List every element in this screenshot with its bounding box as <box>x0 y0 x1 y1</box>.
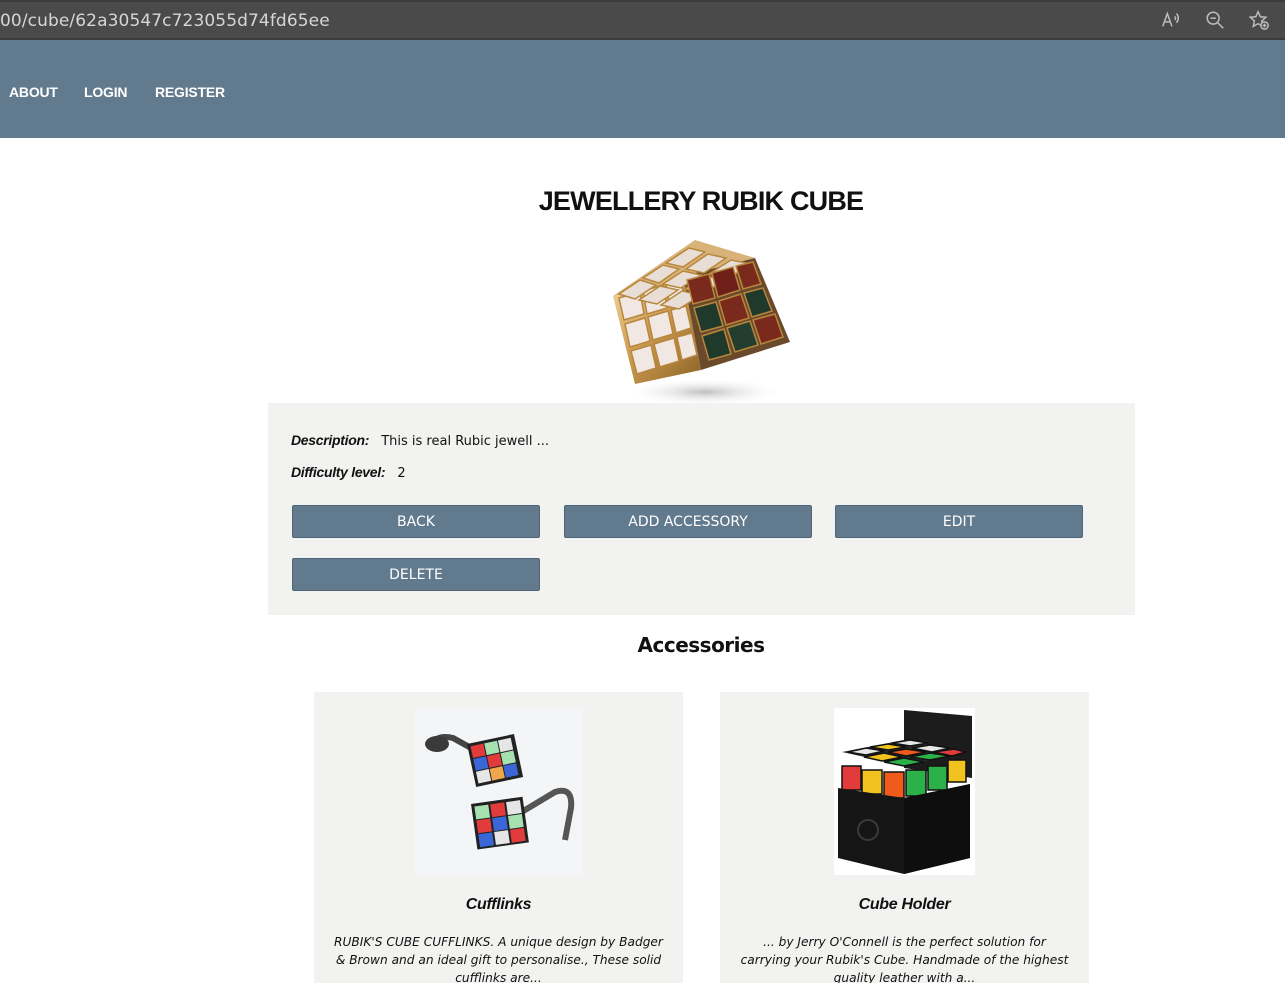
description-row: Description: This is real Rubic jewell .… <box>291 432 549 449</box>
delete-button[interactable]: DELETE <box>292 558 540 591</box>
read-aloud-icon[interactable] <box>1159 8 1183 32</box>
accessories-heading: Accessories <box>637 633 766 657</box>
browser-actions <box>1159 8 1271 32</box>
add-favorite-icon[interactable] <box>1247 8 1271 32</box>
difficulty-row: Difficulty level: 2 <box>291 464 406 481</box>
accessory-name: Cube Holder <box>858 896 951 913</box>
cube-holder-image <box>834 708 975 875</box>
address-url[interactable]: 00/cube/62a30547c723055d74fd65ee <box>0 11 330 31</box>
add-accessory-button[interactable]: ADD ACCESSORY <box>564 505 812 538</box>
cube-image <box>605 232 800 406</box>
difficulty-value: 2 <box>397 466 406 481</box>
address-bar[interactable]: 00/cube/62a30547c723055d74fd65ee <box>0 2 1285 38</box>
nav-login-link[interactable]: LOGIN <box>84 84 128 100</box>
accessory-card[interactable]: Cufflinks RUBIK'S CUBE CUFFLINKS. A uniq… <box>314 692 683 983</box>
edit-button[interactable]: EDIT <box>835 505 1083 538</box>
accessory-description: RUBIK'S CUBE CUFFLINKS. A unique design … <box>334 935 663 983</box>
cufflinks-image <box>415 708 583 875</box>
browser-toolbar: 00/cube/62a30547c723055d74fd65ee <box>0 0 1285 40</box>
cube-title: JEWELLERY RUBIK CUBE <box>538 186 864 216</box>
difficulty-label: Difficulty level: <box>291 464 386 480</box>
description-value: This is real Rubic jewell ... <box>381 434 550 449</box>
accessory-name: Cufflinks <box>465 896 532 913</box>
back-button[interactable]: BACK <box>292 505 540 538</box>
accessory-description: ... by Jerry O'Connell is the perfect so… <box>740 935 1069 983</box>
description-label: Description: <box>291 432 370 448</box>
main-navbar: ABOUT LOGIN REGISTER <box>0 40 1285 138</box>
accessory-card[interactable]: Cube Holder ... by Jerry O'Connell is th… <box>720 692 1089 983</box>
nav-register-link[interactable]: REGISTER <box>155 84 225 100</box>
zoom-out-icon[interactable] <box>1203 8 1227 32</box>
cube-details-panel: Description: This is real Rubic jewell .… <box>268 403 1135 615</box>
nav-about-link[interactable]: ABOUT <box>9 84 58 100</box>
